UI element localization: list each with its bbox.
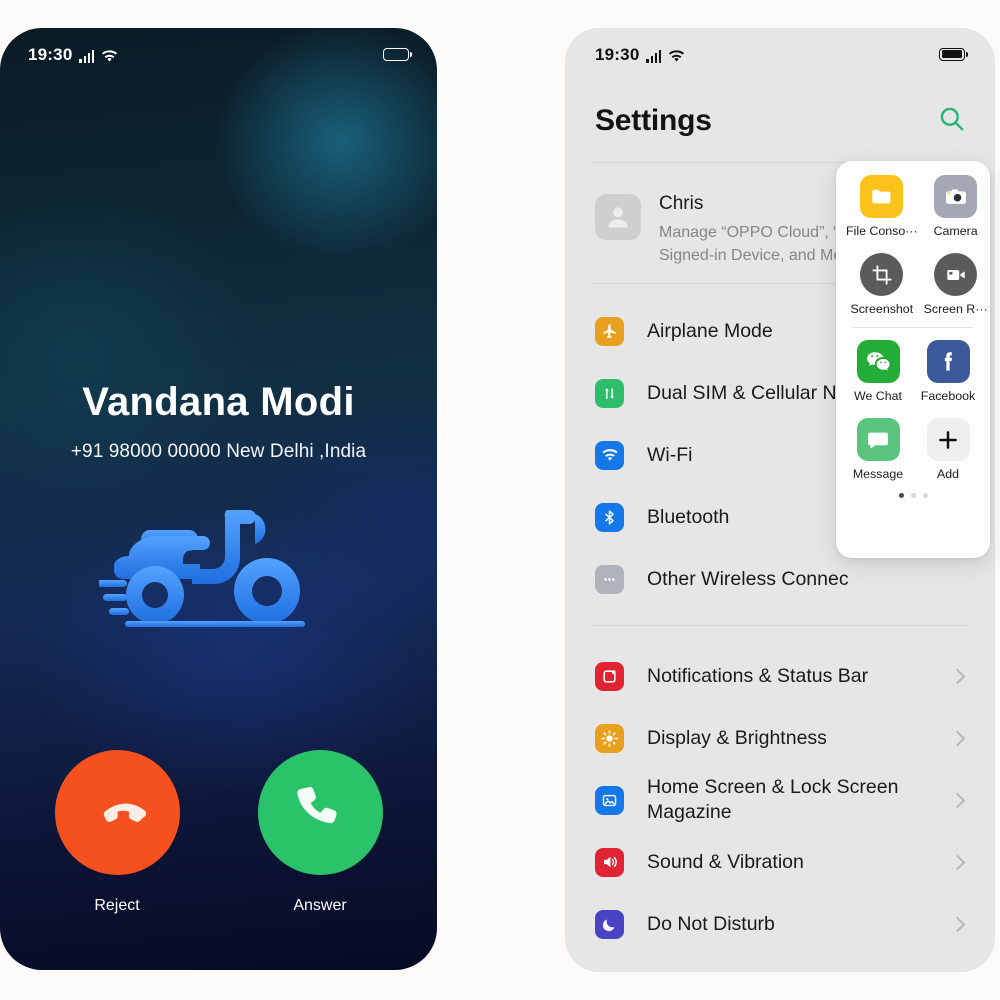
settings-status-bar: 19:30 bbox=[565, 40, 995, 68]
share-popup-grid-top: File Conso··· Camera Screenshot Screen R… bbox=[846, 175, 988, 316]
share-item-screen-record[interactable]: Screen R··· bbox=[924, 253, 988, 316]
dual-sim-icon bbox=[595, 378, 624, 408]
sidebar-item-do-not-disturb[interactable]: Do Not Disturb bbox=[565, 893, 995, 955]
page-dot-3[interactable] bbox=[922, 493, 928, 498]
message-bubble-icon bbox=[856, 418, 900, 461]
answer-button-circle[interactable] bbox=[257, 750, 383, 875]
share-item-screenshot[interactable]: Screenshot bbox=[846, 253, 918, 316]
call-action-buttons: Reject Answer bbox=[0, 750, 437, 915]
call-status-bar: 19:30 bbox=[0, 40, 437, 68]
settings-group-two: Notifications & Status Bar Display & Bri… bbox=[565, 645, 995, 955]
account-name: Chris bbox=[659, 193, 704, 214]
account-text: Chris Manage “OPPO Cloud”, “Fin Signed-i… bbox=[659, 193, 861, 267]
settings-item-label: Do Not Disturb bbox=[647, 912, 775, 935]
chevron-right-icon bbox=[949, 916, 966, 932]
popup-page-dots[interactable] bbox=[846, 493, 980, 498]
wechat-icon bbox=[856, 340, 900, 383]
status-bar-time: 19:30 bbox=[28, 44, 73, 64]
sidebar-item-home-lock-screen[interactable]: Home Screen & Lock Screen Magazine bbox=[565, 769, 995, 831]
cellular-signal-icon bbox=[79, 49, 95, 63]
chevron-right-icon bbox=[949, 792, 966, 808]
sidebar-item-display-brightness[interactable]: Display & Brightness bbox=[565, 707, 995, 769]
search-icon[interactable] bbox=[938, 105, 965, 137]
sidebar-item-notifications[interactable]: Notifications & Status Bar bbox=[565, 645, 995, 707]
answer-button[interactable]: Answer bbox=[257, 750, 383, 915]
battery-icon bbox=[383, 47, 412, 61]
share-popup-grid-bottom: We Chat Facebook Message Add bbox=[846, 340, 980, 481]
cellular-signal-icon bbox=[646, 49, 662, 63]
settings-item-label: Sound & Vibration bbox=[647, 850, 804, 873]
chevron-right-icon bbox=[949, 854, 966, 870]
wifi-icon bbox=[668, 49, 685, 63]
page-dot-1[interactable] bbox=[898, 493, 904, 498]
battery-icon bbox=[939, 47, 968, 61]
status-bar-left: 19:30 bbox=[28, 46, 118, 63]
phone-call-icon bbox=[291, 781, 349, 844]
share-popup-panel: File Conso··· Camera Screenshot Screen R… bbox=[836, 161, 990, 558]
share-item-label: Screen R··· bbox=[923, 302, 988, 316]
share-item-label: Screenshot bbox=[850, 302, 914, 316]
status-bar-time: 19:30 bbox=[595, 44, 640, 64]
facebook-icon bbox=[926, 340, 970, 383]
chevron-right-icon bbox=[949, 668, 966, 684]
incoming-call-phone: 19:30 Vandana Modi +91 98000 00000 New D… bbox=[0, 28, 437, 970]
speaker-icon bbox=[595, 847, 624, 877]
share-item-message[interactable]: Message bbox=[846, 418, 910, 481]
share-item-label: Facebook bbox=[920, 389, 976, 403]
page-title: Settings bbox=[595, 104, 712, 137]
settings-item-label: Home Screen & Lock Screen Magazine bbox=[647, 776, 899, 823]
share-item-label: We Chat bbox=[854, 389, 902, 403]
ellipsis-icon bbox=[595, 564, 624, 594]
answer-label: Answer bbox=[293, 897, 347, 914]
reject-label: Reject bbox=[94, 897, 140, 914]
reject-button[interactable]: Reject bbox=[54, 750, 180, 915]
share-item-camera[interactable]: Camera bbox=[924, 175, 988, 238]
share-item-label: Add bbox=[936, 467, 960, 481]
bluetooth-icon bbox=[595, 502, 624, 532]
page-dot-2[interactable] bbox=[910, 493, 916, 498]
crop-screenshot-icon bbox=[860, 253, 904, 296]
phone-hangup-icon bbox=[88, 781, 147, 844]
share-item-facebook[interactable]: Facebook bbox=[916, 340, 980, 403]
settings-item-label: Notifications & Status Bar bbox=[647, 664, 869, 687]
settings-item-label: Display & Brightness bbox=[647, 726, 827, 749]
status-bar-left: 19:30 bbox=[595, 46, 685, 63]
camera-icon bbox=[934, 175, 978, 218]
sidebar-item-sound-vibration[interactable]: Sound & Vibration bbox=[565, 831, 995, 893]
reject-button-circle[interactable] bbox=[54, 750, 180, 875]
caller-details: +91 98000 00000 New Delhi ,India bbox=[70, 441, 367, 462]
person-avatar-icon bbox=[595, 194, 641, 240]
home-screen-icon bbox=[595, 785, 624, 815]
screen-record-icon bbox=[934, 253, 978, 296]
moon-icon bbox=[595, 909, 624, 939]
scooter-icon bbox=[96, 496, 339, 718]
share-item-add[interactable]: Add bbox=[916, 418, 980, 481]
airplane-icon bbox=[595, 316, 624, 346]
settings-header: Settings bbox=[565, 104, 995, 138]
plus-add-icon bbox=[926, 418, 970, 461]
share-item-label: Message bbox=[852, 467, 904, 481]
caller-name: Vandana Modi bbox=[82, 380, 355, 424]
wifi-icon bbox=[595, 440, 624, 470]
share-item-wechat[interactable]: We Chat bbox=[846, 340, 910, 403]
share-item-label: File Conso··· bbox=[846, 224, 918, 238]
notification-bell-icon bbox=[595, 661, 624, 691]
share-item-file-console[interactable]: File Conso··· bbox=[846, 175, 918, 238]
group-divider bbox=[593, 625, 967, 626]
popup-divider bbox=[852, 327, 974, 328]
wifi-icon bbox=[101, 49, 118, 63]
share-item-label: Camera bbox=[933, 224, 978, 238]
chevron-right-icon bbox=[949, 730, 966, 746]
account-description: Manage “OPPO Cloud”, “Fin Signed-in Devi… bbox=[659, 223, 861, 265]
folder-icon bbox=[860, 175, 904, 218]
settings-item-label: Other Wireless Connec bbox=[647, 567, 849, 590]
brightness-icon bbox=[595, 723, 624, 753]
